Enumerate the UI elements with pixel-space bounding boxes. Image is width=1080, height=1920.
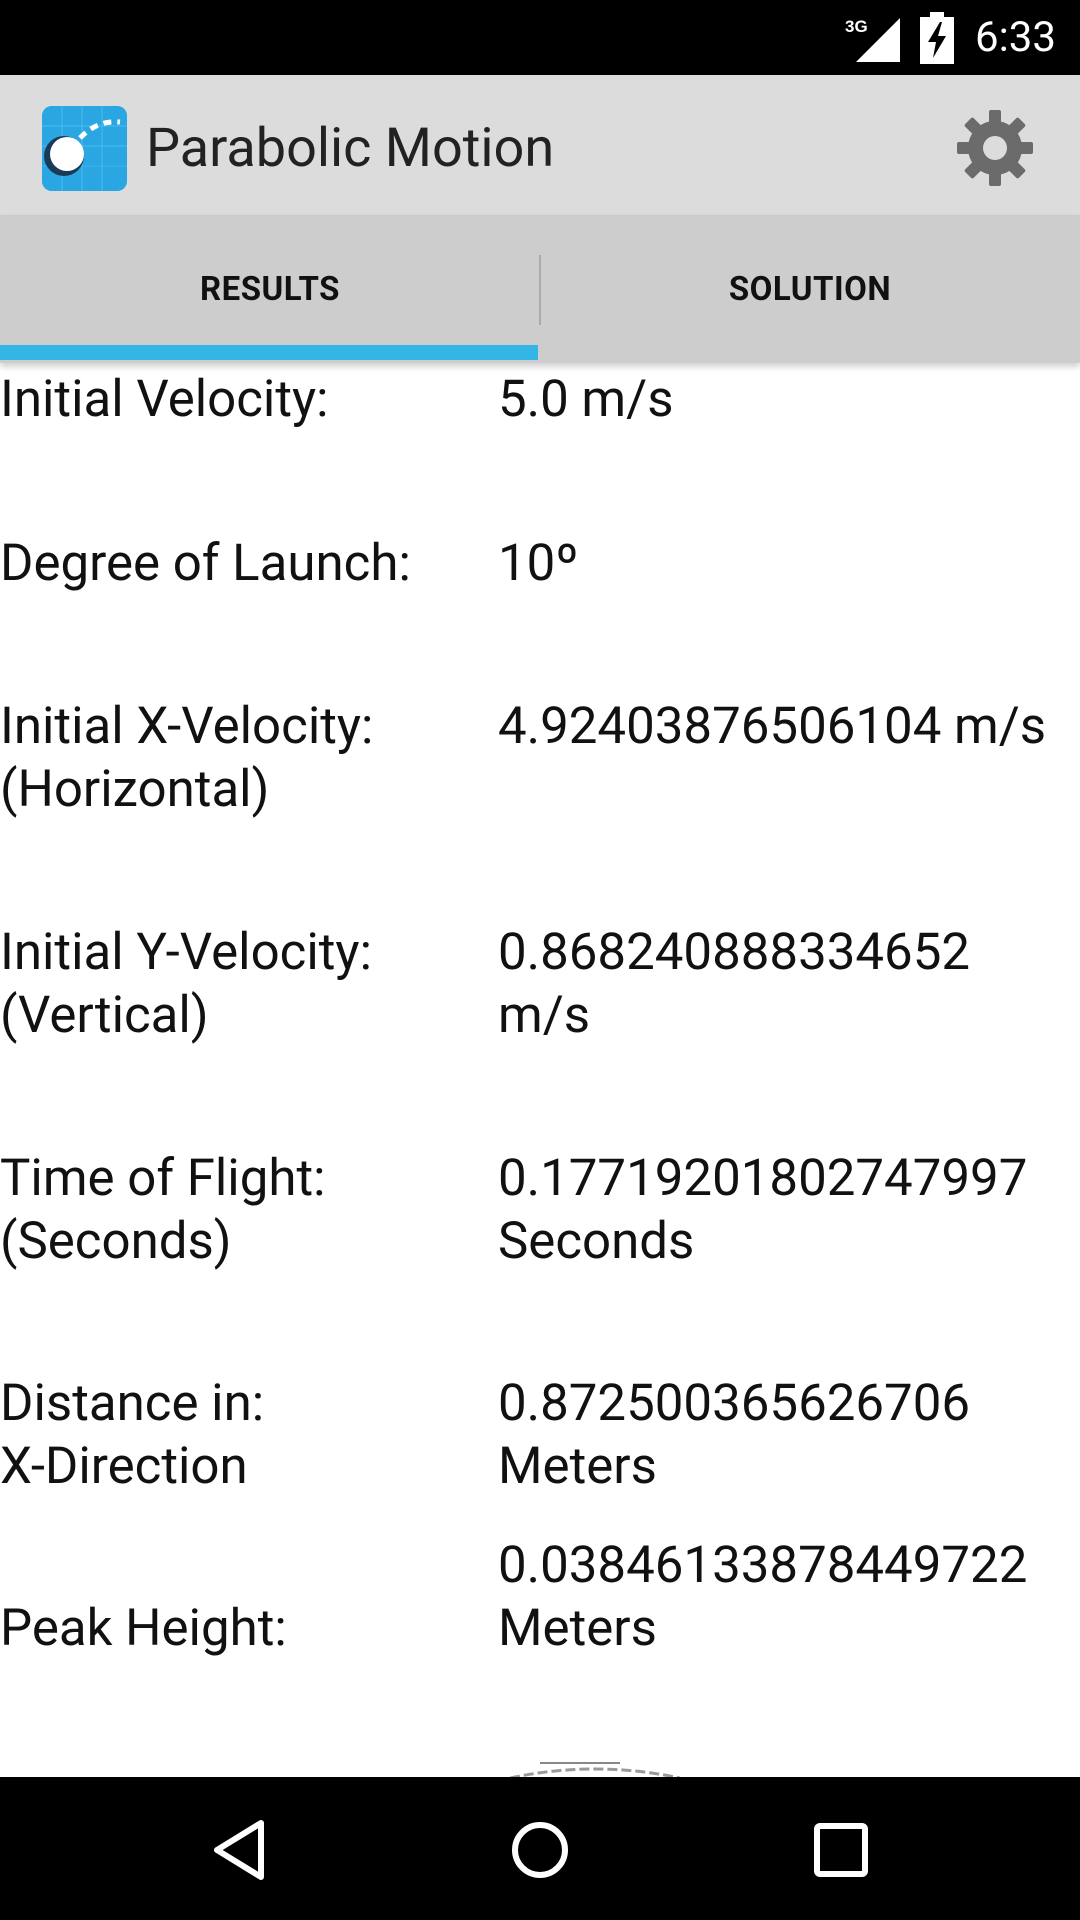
result-value: 10º: [498, 534, 579, 593]
tab-solution[interactable]: SOLUTION: [540, 215, 1080, 363]
navigation-bar: [0, 1777, 1080, 1920]
partially-visible-content: [510, 1762, 680, 1777]
result-value: 4.92403876506104 m/s: [498, 697, 1047, 756]
result-label: Time of Flight: (Seconds): [0, 1149, 326, 1271]
result-value: 0.872500365626706 Meters: [498, 1374, 971, 1496]
result-label: Initial X-Velocity: (Horizontal): [0, 697, 374, 819]
tab-results[interactable]: RESULTS: [0, 215, 540, 363]
status-bar: 3G 6:33: [0, 0, 1080, 75]
app-icon: [42, 106, 127, 191]
status-time: 6:33: [975, 13, 1056, 62]
gear-icon[interactable]: [955, 108, 1035, 188]
result-value: 5.0 m/s: [498, 370, 674, 429]
back-icon[interactable]: [205, 1815, 275, 1885]
tab-bar: RESULTS SOLUTION: [0, 215, 1080, 363]
app-title: Parabolic Motion: [146, 117, 555, 180]
result-label: Distance in: X-Direction: [0, 1374, 265, 1496]
result-label: Peak Height:: [0, 1599, 287, 1658]
action-bar: Parabolic Motion: [0, 75, 1080, 215]
results-list[interactable]: Initial Velocity: 5.0 m/s Degree of Laun…: [0, 365, 1080, 1777]
result-label: Initial Velocity:: [0, 370, 329, 429]
battery-charging-icon: [920, 12, 954, 64]
home-icon[interactable]: [505, 1815, 575, 1885]
network-type: 3G: [845, 17, 868, 36]
recents-icon[interactable]: [806, 1815, 876, 1885]
signal-icon: 3G: [845, 17, 900, 62]
result-value: 0.03846133878449722 Meters: [498, 1536, 1028, 1658]
result-label: Initial Y-Velocity: (Vertical): [0, 923, 372, 1045]
result-value: 0.17719201802747997 Seconds: [498, 1149, 1028, 1271]
result-label: Degree of Launch:: [0, 534, 411, 593]
selected-tab-indicator: [0, 345, 538, 360]
result-value: 0.868240888334652 m/s: [498, 923, 971, 1045]
